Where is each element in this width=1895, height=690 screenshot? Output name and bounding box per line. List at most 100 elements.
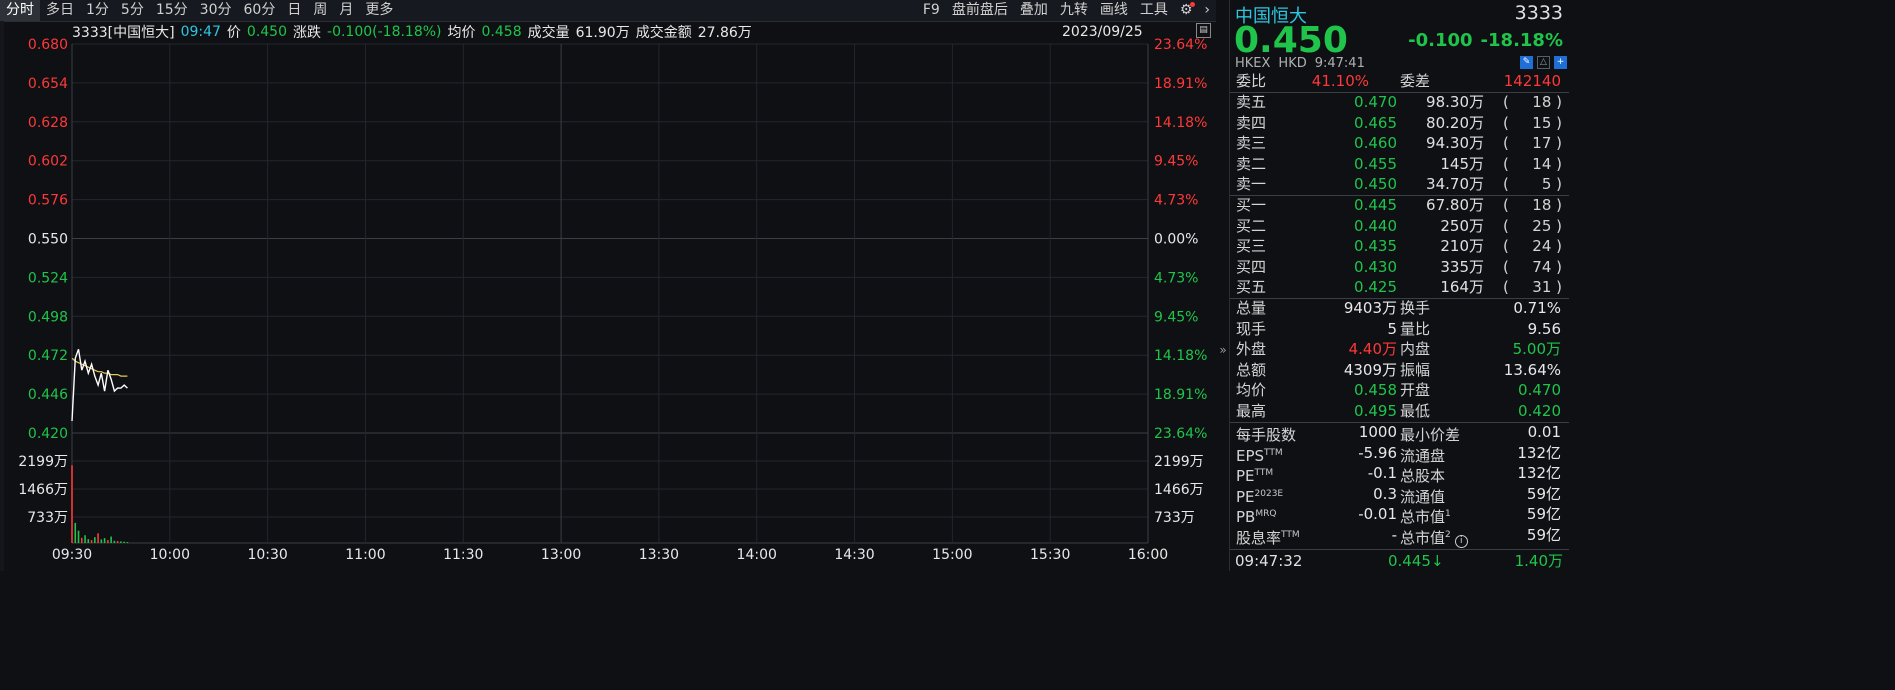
paren: ) [1551,154,1562,173]
quote-panel: 中国恒大 3333 0.450 -0.100 -18.18% HKEX HKD 9:4… [1229,0,1569,571]
stat-row: 总量 9403万 换手 0.71% [1230,298,1569,319]
fund-label-text: 股息率 [1236,529,1282,547]
stat-row: 外盘 4.40万 内盘 5.00万 [1230,339,1569,360]
volume-bar [77,530,80,543]
change-percent: -18.18% [1480,30,1563,51]
level-count: 14 ) [1532,154,1562,175]
order-level-row: 买四 0.430 335万 (74 ) [1230,257,1569,278]
volume-bar [94,537,96,543]
level-price: 0.425 [1354,278,1397,297]
fund-label-sub: 2023E [1254,488,1284,499]
edit-icon[interactable]: ✎ [1520,56,1533,69]
exchange-name: HKEX [1235,56,1271,71]
level-count: 5 ) [1542,174,1562,195]
level-price: 0.455 [1354,154,1397,173]
stat-label: 总额 [1236,360,1267,379]
fund-value: 132亿 [1517,443,1561,462]
wb-value: 41.10% [1311,72,1369,90]
price-tick-label: 0.498 [28,309,68,325]
volume-bar [126,542,129,543]
level-count-value: 74 [1532,257,1552,276]
stat-value: 0.71% [1513,299,1561,317]
alert-icon[interactable]: △ [1537,56,1550,69]
fund-label-text: PB [1236,508,1256,527]
volume-bar [110,536,112,543]
fund-label-text: EPS [1236,446,1265,465]
info-icon[interactable]: i [1454,535,1468,548]
fund-label-text: 总股本 [1400,467,1446,486]
intraday-chart[interactable]: 0.680 0.654 0.628 0.602 0.576 0.550 0.524 0.498… [0,0,1216,571]
level-count: 17 ) [1532,133,1562,154]
order-level-row: 卖三 0.460 94.30万 (17 ) [1230,133,1569,154]
order-level-row: 卖二 0.455 145万 (14 ) [1230,154,1569,175]
level-price: 0.445 [1354,196,1397,214]
stat-row: 现手 5 量比 9.56 [1230,319,1569,340]
time-tick-label: 15:30 [1030,547,1070,563]
level-price: 0.440 [1354,216,1397,235]
fund-label-sub: TTM [1254,468,1274,479]
volume-bar [103,538,106,543]
time-tick-label: 11:30 [443,547,483,563]
level-count: 74 ) [1532,257,1562,278]
volume-bar [90,540,93,543]
percent-tick-label: 23.64% [1154,37,1207,53]
order-level-row: 卖五 0.470 98.30万 (18 ) [1230,92,1569,113]
level-price: 0.465 [1354,113,1397,132]
stat-label: 内盘 [1400,340,1431,359]
volume-tick-label: 733万 [1154,510,1195,526]
fund-label-sub: 1 [1445,509,1451,520]
volume-bar [84,535,86,543]
stat-value: 4.40万 [1348,340,1397,359]
paren: ( [1503,196,1509,214]
paren: ( [1503,175,1509,194]
currency: HKD [1278,56,1307,71]
order-level-row: 买一 0.445 67.80万 (18 ) [1230,195,1569,216]
stat-value: 0.420 [1518,402,1561,420]
fund-value: -0.01 [1358,505,1397,524]
level-count-value: 14 [1532,154,1552,173]
level-label: 买二 [1236,216,1267,235]
level-count-value: 25 [1532,216,1552,235]
percent-tick-label: 14.18% [1154,115,1207,131]
wc-value: 142140 [1503,72,1561,90]
add-watchlist-icon[interactable]: + [1554,56,1567,69]
stat-value: 0.458 [1354,381,1397,400]
level-label: 买五 [1236,278,1267,297]
fund-label-text: 总市值 [1400,529,1446,547]
stat-label: 开盘 [1400,381,1431,400]
price-tick-label: 0.446 [28,387,68,403]
collapse-panel-icon[interactable]: » [1217,330,1229,370]
price-tick-label: 0.550 [28,232,68,248]
level-label: 卖一 [1236,175,1267,194]
level-label: 卖四 [1236,113,1267,132]
level-volume: 164万 [1440,278,1484,297]
level-label: 买一 [1236,196,1267,214]
fund-label-text: PE [1236,487,1255,506]
order-level-row: 卖四 0.465 80.20万 (15 ) [1230,113,1569,134]
level-count: 18 ) [1532,92,1562,113]
level-label: 卖三 [1236,134,1267,153]
level-price: 0.435 [1354,237,1397,256]
time-tick-label: 10:30 [247,547,287,563]
stat-label: 振幅 [1400,360,1431,379]
stat-row: 最高 0.495 最低 0.420 [1230,401,1569,422]
stat-label: 最高 [1236,402,1267,420]
volume-bar [100,539,103,543]
fund-value: 59亿 [1526,526,1561,544]
level-count-value: 17 [1532,134,1552,153]
trade-price: 0.445↓ [1388,550,1444,572]
level-volume: 145万 [1440,154,1484,173]
exchange-info: HKEX HKD 9:47:41 [1235,56,1373,71]
level-volume: 98.30万 [1426,93,1484,111]
paren: ) [1551,134,1562,153]
stat-label: 均价 [1236,381,1267,400]
time-tick-label: 13:30 [639,547,679,563]
stat-label: 量比 [1400,319,1431,338]
fund-value: -5.96 [1358,443,1397,462]
time-tick-label: 09:30 [52,547,92,563]
level-count: 31 ) [1532,277,1562,298]
level-count-value: 24 [1532,237,1552,256]
fund-label-text: 最小价差 [1400,426,1461,444]
fund-value: -0.1 [1367,464,1397,483]
fund-value: 1000 [1358,423,1397,441]
